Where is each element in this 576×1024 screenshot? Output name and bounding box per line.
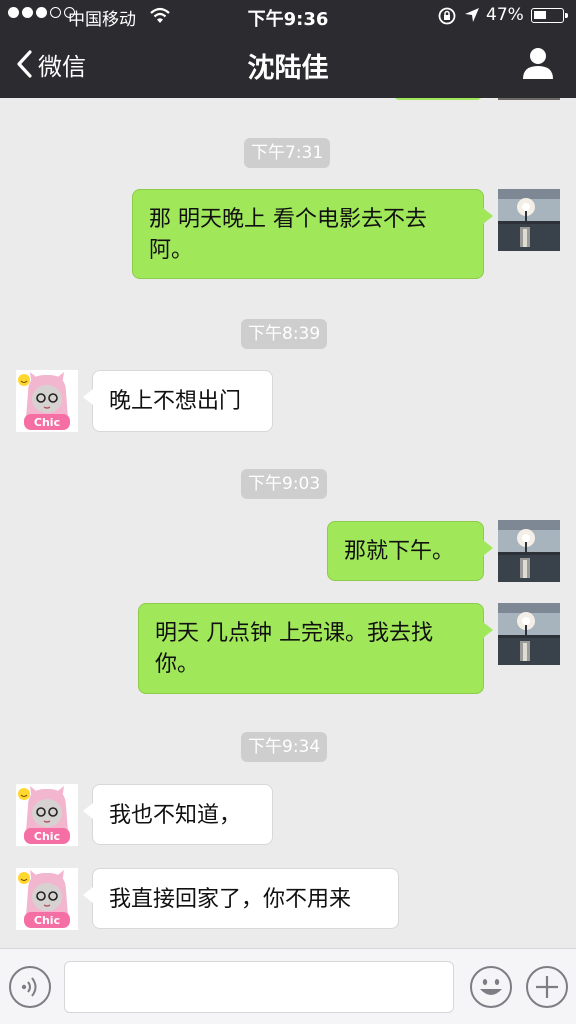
- back-button[interactable]: 微信: [14, 46, 86, 82]
- plus-icon[interactable]: [525, 965, 569, 1009]
- timestamp: 下午9:03: [241, 469, 328, 499]
- incoming-message[interactable]: 我也不知道，: [83, 784, 273, 845]
- sunset-river-avatar-image: [498, 520, 560, 582]
- status-bar: 中国移动 下午9:36 47%: [0, 0, 576, 32]
- voice-icon[interactable]: [8, 965, 52, 1009]
- battery-icon: [531, 8, 568, 23]
- location-arrow-icon: [465, 8, 479, 22]
- timestamp: 下午7:31: [244, 138, 331, 168]
- svg-text:Chic: Chic: [34, 914, 60, 927]
- battery-fill: [534, 11, 546, 19]
- sunset-river-avatar-image: [498, 189, 560, 251]
- profile-icon[interactable]: [522, 46, 554, 80]
- message-list[interactable]: 下午7:31 那 明天晚上 看个电影去不去阿。 下午8:39 Chic 晚上不想…: [0, 98, 576, 948]
- incoming-message[interactable]: 我直接回家了，你不用来: [83, 868, 399, 929]
- contact-avatar[interactable]: Chic: [16, 784, 78, 846]
- outgoing-message[interactable]: 明天 几点钟 上完课。我去找你。: [138, 603, 493, 694]
- contact-avatar[interactable]: Chic: [16, 370, 78, 432]
- input-bar: [0, 948, 576, 1024]
- chat-screen: 中国移动 下午9:36 47% 微信 沈陆佳 下午7:31 那 明天晚上 看个电…: [0, 0, 576, 1024]
- chat-title: 沈陆佳: [247, 53, 329, 84]
- contact-avatar[interactable]: Chic: [16, 868, 78, 930]
- timestamp: 下午9:34: [241, 732, 328, 762]
- my-avatar[interactable]: [498, 603, 560, 665]
- outgoing-message[interactable]: 那就下午。: [327, 521, 493, 581]
- emoji-icon[interactable]: [469, 965, 513, 1009]
- outgoing-message[interactable]: 那 明天晚上 看个电影去不去阿。: [132, 189, 493, 279]
- rotation-lock-icon: [438, 7, 456, 25]
- my-avatar[interactable]: [498, 189, 560, 251]
- cartoon-girl-avatar-image: Chic: [16, 868, 78, 930]
- back-label: 微信: [38, 52, 86, 81]
- cartoon-girl-avatar-image: Chic: [16, 370, 78, 432]
- incoming-message[interactable]: 晚上不想出门: [83, 370, 273, 432]
- sunset-river-avatar-image: [498, 603, 560, 665]
- message-input[interactable]: [64, 961, 454, 1013]
- top-bar: 中国移动 下午9:36 47% 微信 沈陆佳: [0, 0, 576, 98]
- cartoon-girl-avatar-image: Chic: [16, 784, 78, 846]
- previous-avatar-edge: [498, 98, 560, 100]
- my-avatar[interactable]: [498, 520, 560, 582]
- navigation-bar: 微信 沈陆佳: [0, 32, 576, 98]
- timestamp: 下午8:39: [241, 319, 328, 349]
- chevron-left-icon: [17, 50, 32, 78]
- previous-message-edge: [394, 98, 482, 100]
- svg-text:Chic: Chic: [34, 416, 60, 429]
- battery-percent: 47%: [486, 5, 524, 25]
- svg-text:Chic: Chic: [34, 830, 60, 843]
